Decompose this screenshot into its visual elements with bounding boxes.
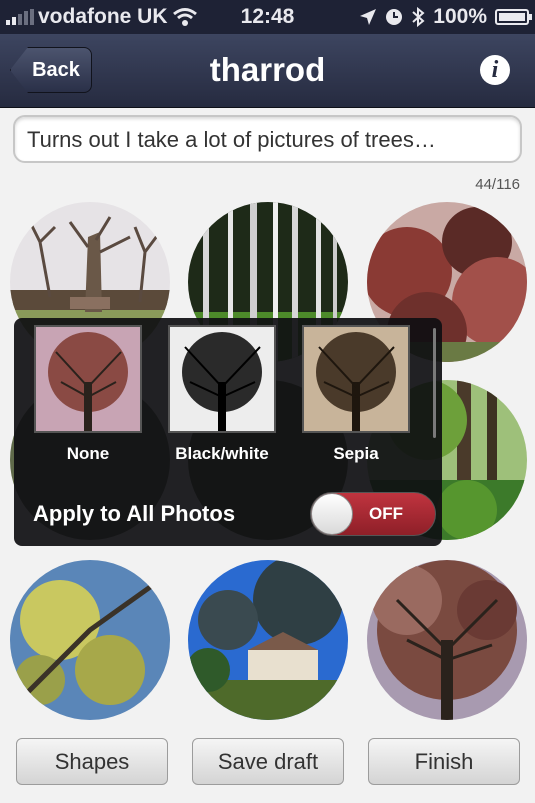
tree-canopy-photo[interactable] [367,560,527,720]
popup-scrollbar[interactable] [433,328,436,438]
filter-option-sepia[interactable]: Sepia [302,325,410,465]
filter-label-none: None [66,444,110,463]
apply-all-toggle[interactable]: OFF [310,492,436,536]
bluetooth-icon [412,7,425,27]
filter-thumbnail-bw [168,325,276,433]
toggle-state-label: OFF [369,504,403,523]
filter-popup: None Black/white Sepia Apply to All Phot… [14,318,442,546]
status-right: 100% [359,5,532,29]
yellow-leaves-photo[interactable] [10,560,170,720]
filter-option-none[interactable]: None [34,325,142,465]
location-icon [360,9,377,25]
battery-icon [495,9,532,25]
save-draft-button[interactable]: Save draft [192,738,344,785]
finish-button[interactable]: Finish [368,738,520,785]
page-title: tharrod [209,51,326,88]
toggle-knob [311,493,353,535]
battery-percent: 100% [433,5,487,28]
navigation-bar: Back tharrod i [0,34,535,108]
filter-option-bw[interactable]: Black/white [168,325,276,465]
alarm-icon [386,9,403,25]
cedar-house-photo[interactable] [188,560,348,720]
status-bar: vodafone UK 12:48 100% [0,0,535,34]
filter-thumbnail-sepia [302,325,410,433]
caption-input[interactable]: Turns out I take a lot of pictures of tr… [13,115,522,163]
filter-label-sepia: Sepia [333,444,379,463]
filter-thumbnail-none [34,325,142,433]
apply-all-label: Apply to All Photos [33,501,236,526]
character-counter: 44/116 [475,176,520,193]
filter-label-bw: Black/white [175,444,269,463]
info-icon[interactable]: i [480,55,510,85]
shapes-button[interactable]: Shapes [16,738,168,785]
